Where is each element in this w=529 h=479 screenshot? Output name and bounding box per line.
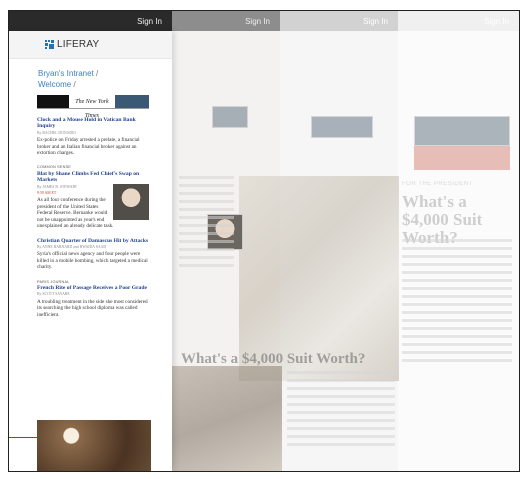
masthead-title[interactable]: The New York Times (69, 95, 115, 119)
article: COMMON SENSE Blat by Shane Climbs Fed Ch… (37, 164, 149, 229)
top-bar: Sign In (9, 11, 172, 31)
background-headline-main[interactable]: What's a $4,000 Suit Worth? (181, 351, 365, 368)
article-body: A troubling treatment in the side she mo… (37, 298, 148, 318)
background-ad-3 (414, 116, 510, 146)
article-byline: By SCOTT SAYARE (37, 292, 70, 297)
masthead-banner (37, 95, 69, 108)
top-bar-layer-3: Sign In (280, 11, 398, 31)
article-title[interactable]: Christian Quarter of Damascus Hit by Att… (37, 238, 149, 244)
sign-in-link[interactable]: Sign In (137, 17, 162, 26)
divider-line (9, 437, 37, 438)
article: PARIS JOURNAL French Rite of Passage Rec… (37, 279, 149, 318)
article-byline: By ANNE BARNARD and HWAIDA SAAD (37, 244, 107, 249)
breadcrumb: Bryan's Intranet / Welcome / (38, 69, 99, 89)
article-title[interactable]: Clock and a Mouse Hold in Vatican Bank I… (37, 117, 149, 130)
newspaper-masthead: The New York Times (37, 95, 149, 119)
top-bar-layer-4: Sign In (398, 11, 519, 31)
sign-in-link-layer-4[interactable]: Sign In (484, 17, 509, 26)
background-ad-red (414, 146, 510, 170)
article-portrait-photo[interactable] (113, 183, 149, 220)
liferay-logo-icon (45, 40, 54, 49)
article-title[interactable]: Blat by Shane Climbs Fed Chief's Swap on… (37, 171, 149, 184)
masthead-ad (115, 95, 149, 108)
article-body: Syria's official news agency and four pe… (37, 251, 148, 271)
background-ad-2 (311, 116, 373, 138)
article-bottom-photo[interactable] (37, 420, 151, 471)
browser-frame: FOR THE PRESIDENT What's a $4,000 Suit W… (8, 10, 520, 472)
background-kicker: FOR THE PRESIDENT (402, 181, 473, 187)
breadcrumb-page[interactable]: Welcome (38, 80, 71, 89)
sign-in-link-layer-3[interactable]: Sign In (363, 17, 388, 26)
sign-in-link-layer-2[interactable]: Sign In (245, 17, 270, 26)
article: Christian Quarter of Damascus Hit by Att… (37, 238, 149, 271)
liferay-logo-text[interactable]: LIFERAY (57, 39, 99, 50)
breadcrumb-site[interactable]: Bryan's Intranet (38, 69, 94, 78)
logo-bar: LIFERAY (9, 31, 172, 59)
background-text-lines (402, 239, 512, 367)
background-text-lines-3 (179, 176, 234, 272)
newspaper-preview: The New York Times Clock and a Mouse Hol… (37, 95, 149, 318)
article-byline: By RACHEL DONADIO (37, 130, 77, 135)
article-body: Ex-police on Friday arrested a prelate, … (37, 137, 140, 157)
article: Clock and a Mouse Hold in Vatican Bank I… (37, 117, 149, 156)
top-bar-layer-2: Sign In (172, 11, 280, 31)
background-photo-lower (172, 366, 282, 471)
background-text-lines-2 (287, 371, 395, 451)
background-ad-1 (212, 106, 248, 128)
